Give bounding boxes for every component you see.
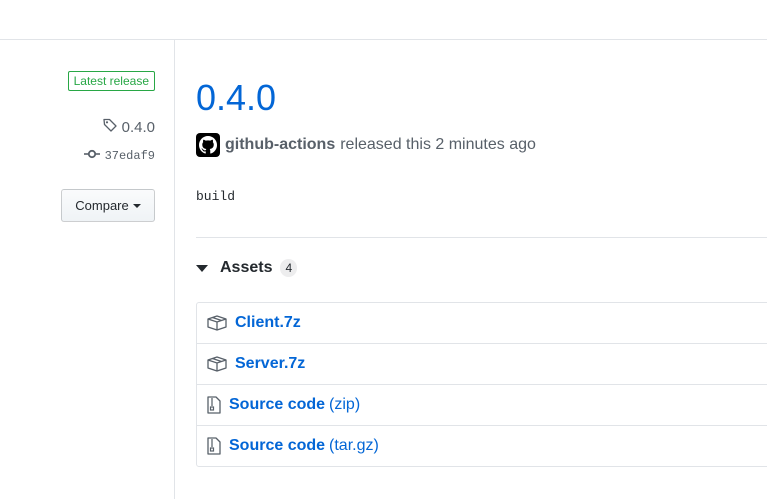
asset-link-client[interactable]: Client.7z: [235, 314, 301, 332]
author-link[interactable]: github-actions: [225, 136, 335, 154]
file-zip-icon: [207, 396, 221, 414]
github-mark-icon: [199, 136, 217, 154]
compare-button[interactable]: Compare: [61, 189, 155, 222]
list-item: Source code (zip): [197, 384, 767, 425]
asset-suffix-targz[interactable]: (tar.gz): [329, 437, 379, 455]
release-meta-text: released this 2 minutes ago: [340, 136, 536, 153]
release-sidebar: Latest release 0.4.0 37edaf9 Compare: [0, 40, 175, 499]
package-icon: [207, 315, 227, 331]
assets-toggle[interactable]: Assets 4: [196, 259, 298, 277]
release-body: build: [196, 189, 236, 204]
asset-list: Client.7z Server.7z Source code (zip) So…: [196, 302, 767, 467]
latest-release-badge: Latest release: [67, 71, 155, 91]
list-item: Client.7z: [197, 303, 767, 343]
list-item: Server.7z: [197, 343, 767, 384]
asset-link-server[interactable]: Server.7z: [235, 355, 305, 373]
release-meta: github-actions released this 2 minutes a…: [196, 133, 536, 157]
release-title[interactable]: 0.4.0: [196, 76, 276, 120]
assets-count: 4: [280, 259, 298, 277]
asset-link-source-zip[interactable]: Source code: [229, 396, 325, 414]
file-zip-icon: [207, 437, 221, 455]
tag-link[interactable]: 0.4.0: [102, 117, 155, 137]
package-icon: [207, 356, 227, 372]
asset-link-source-targz[interactable]: Source code: [229, 437, 325, 455]
tag-icon: [102, 117, 118, 137]
commit-link[interactable]: 37edaf9: [83, 149, 155, 163]
commit-sha: 37edaf9: [104, 149, 155, 163]
tag-label: 0.4.0: [121, 118, 155, 136]
triangle-down-icon: [196, 264, 208, 272]
avatar[interactable]: [196, 133, 220, 157]
list-item: Source code (tar.gz): [197, 425, 767, 466]
body-divider: [196, 237, 767, 238]
compare-label: Compare: [75, 198, 129, 213]
asset-suffix-zip[interactable]: (zip): [329, 396, 360, 414]
git-commit-icon: [83, 149, 100, 163]
assets-label: Assets: [220, 259, 273, 276]
caret-down-icon: [132, 204, 141, 208]
